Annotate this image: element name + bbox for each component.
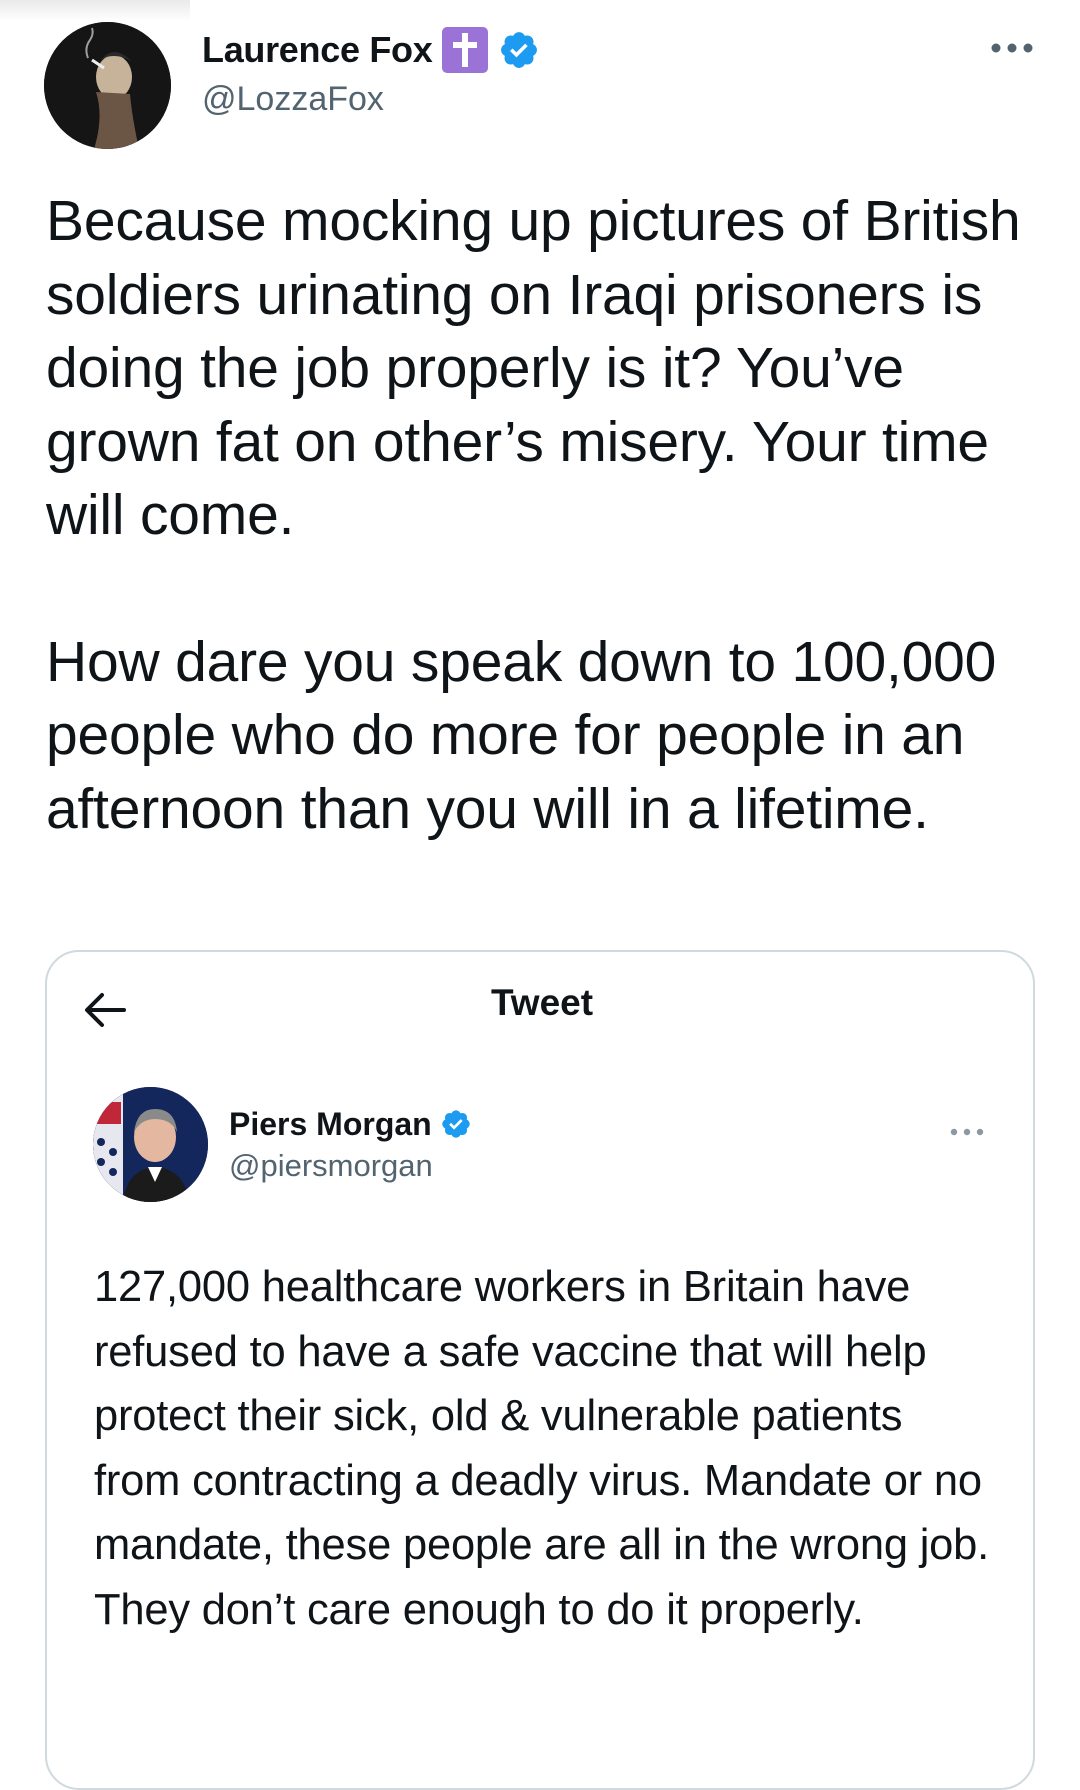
author-avatar[interactable] [44,22,171,149]
quoted-header-title: Tweet [490,982,594,1023]
verified-icon [501,32,538,68]
author-name-row: Laurence Fox [202,26,540,74]
quoted-author-avatar[interactable] [93,1087,208,1202]
more-options-icon[interactable] [988,36,1036,60]
quoted-author-handle[interactable]: @piersmorgan [229,1148,433,1184]
tweet-text: Because mocking up pictures of British s… [46,185,1046,846]
quoted-author-name-row: Piers Morgan [229,1102,472,1146]
quoted-author-display-name[interactable]: Piers Morgan [229,1106,432,1143]
tweet-paragraph-2: How dare you speak down to 100,000 peopl… [46,629,997,841]
quoted-tweet-text: 127,000 healthcare workers in Britain ha… [94,1263,990,1634]
author-handle[interactable]: @LozzaFox [202,80,384,119]
cross-icon [442,27,489,73]
tweet-header: Laurence Fox @LozzaFox [0,0,1080,150]
quoted-more-options-icon[interactable] [947,1124,987,1140]
author-display-name[interactable]: Laurence Fox [202,29,433,71]
verified-icon [442,1110,470,1138]
quoted-tweet-card[interactable]: Tweet Piers Morgan @piersmorgan 127,000 … [45,950,1035,1790]
tweet-paragraph-1: Because mocking up pictures of British s… [46,189,1021,547]
